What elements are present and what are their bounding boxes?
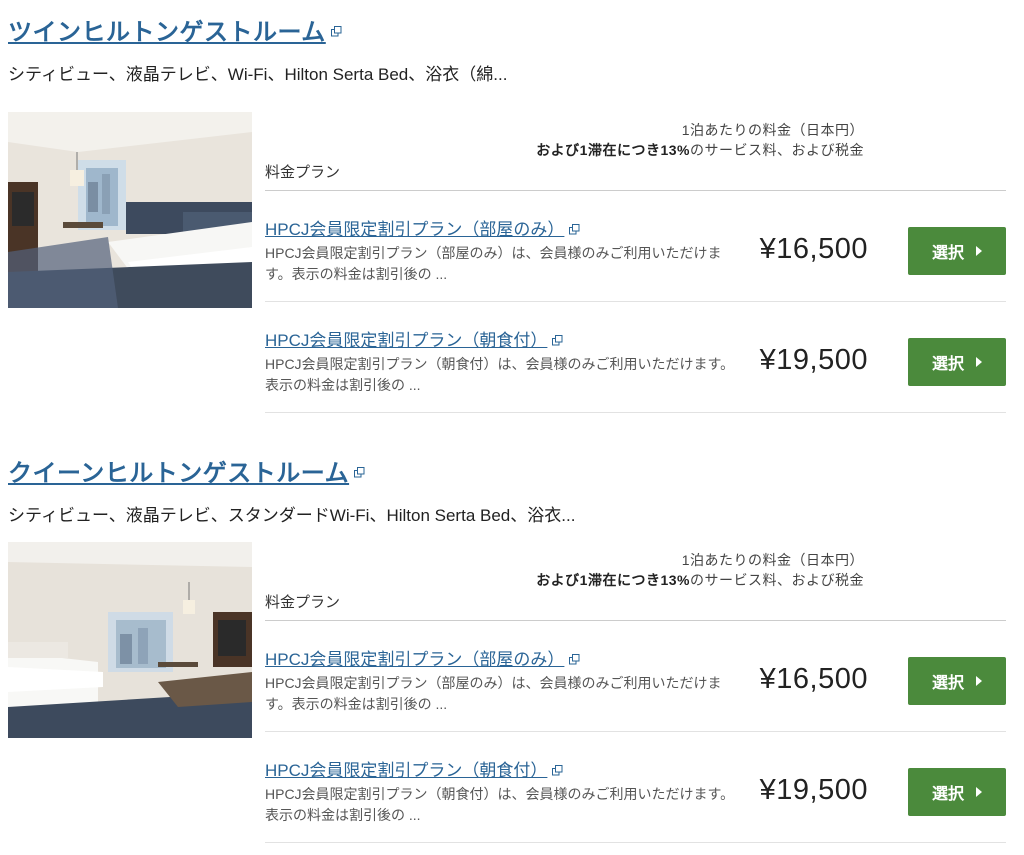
room-title-row: クイーンヒルトンゲストルーム [8,453,365,488]
plan-name-link[interactable]: HPCJ会員限定割引プラン（朝食付） [265,326,547,351]
triangle-right-icon [976,787,982,797]
external-link-icon[interactable] [569,654,580,665]
external-link-icon[interactable] [552,765,563,776]
rate-note-rest: のサービス料、および税金 [690,572,864,588]
room-photo[interactable] [8,542,252,738]
rate-note-bold: および1滞在につき13% [536,572,690,588]
rate-plan-row: HPCJ会員限定割引プラン（部屋のみ） HPCJ会員限定割引プラン（部屋のみ）は… [265,621,1006,732]
external-link-icon[interactable] [569,224,580,235]
plan-name-row: HPCJ会員限定割引プラン（朝食付） [265,756,563,781]
triangle-right-icon [976,246,982,256]
rate-plan-column-label: 料金プラン [265,594,341,611]
select-button[interactable]: 選択 [908,338,1006,386]
rate-note-line1: 1泊あたりの料金（日本円） [681,552,864,568]
plan-description: HPCJ会員限定割引プラン（部屋のみ）は、会員様のみご利用いただけます。表示の料… [265,245,722,282]
select-button[interactable]: 選択 [908,768,1006,816]
select-button-label: 選択 [931,675,964,692]
triangle-right-icon [976,357,982,367]
rate-note-rest: のサービス料、および税金 [690,142,864,158]
plan-name-link[interactable]: HPCJ会員限定割引プラン（部屋のみ） [265,215,564,240]
room-description: シティビュー、液晶テレビ、Wi-Fi、Hilton Serta Bed、浴衣（綿… [8,65,508,84]
plans-header: 料金プラン 1泊あたりの料金（日本円） および1滞在につき13%のサービス料、お… [265,542,1006,621]
select-button[interactable]: 選択 [908,657,1006,705]
rate-plan-column-label: 料金プラン [265,164,341,181]
plan-name-link[interactable]: HPCJ会員限定割引プラン（部屋のみ） [265,645,564,670]
external-link-icon[interactable] [330,26,342,37]
triangle-right-icon [976,676,982,686]
room-title-link[interactable]: クイーンヒルトンゲストルーム [8,453,349,488]
plan-name-link[interactable]: HPCJ会員限定割引プラン（朝食付） [265,756,547,781]
plan-description: HPCJ会員限定割引プラン（朝食付）は、会員様のみご利用いただけます。表示の料金… [265,356,735,393]
rate-note: 1泊あたりの料金（日本円） および1滞在につき13%のサービス料、および税金 [524,550,864,590]
plan-name-row: HPCJ会員限定割引プラン（部屋のみ） [265,215,580,240]
room-title-link[interactable]: ツインヒルトンゲストルーム [8,12,326,47]
rate-plan-row: HPCJ会員限定割引プラン（朝食付） HPCJ会員限定割引プラン（朝食付）は、会… [265,302,1006,413]
plans-header: 料金プラン 1泊あたりの料金（日本円） および1滞在につき13%のサービス料、お… [265,112,1006,191]
rate-plan-row: HPCJ会員限定割引プラン（朝食付） HPCJ会員限定割引プラン（朝食付）は、会… [265,732,1006,843]
external-link-icon[interactable] [354,467,365,478]
select-button-label: 選択 [931,356,964,373]
plan-price: ¥19,500 [759,774,868,806]
select-button[interactable]: 選択 [908,227,1006,275]
room-description: シティビュー、液晶テレビ、スタンダードWi-Fi、Hilton Serta Be… [8,506,576,525]
rate-note: 1泊あたりの料金（日本円） および1滞在につき13%のサービス料、および税金 [524,120,864,160]
plan-name-row: HPCJ会員限定割引プラン（朝食付） [265,326,563,351]
plan-price: ¥16,500 [759,233,868,265]
plan-price: ¥16,500 [759,663,868,695]
rate-note-line1: 1泊あたりの料金（日本円） [681,122,864,138]
select-button-label: 選択 [931,245,964,262]
rate-plans: 料金プラン 1泊あたりの料金（日本円） および1滞在につき13%のサービス料、お… [265,542,1006,843]
rate-plans: 料金プラン 1泊あたりの料金（日本円） および1滞在につき13%のサービス料、お… [265,112,1006,413]
select-button-label: 選択 [931,786,964,803]
plan-name-row: HPCJ会員限定割引プラン（部屋のみ） [265,645,580,670]
rate-plan-row: HPCJ会員限定割引プラン（部屋のみ） HPCJ会員限定割引プラン（部屋のみ）は… [265,191,1006,302]
plan-description: HPCJ会員限定割引プラン（部屋のみ）は、会員様のみご利用いただけます。表示の料… [265,675,722,712]
room-photo[interactable] [8,112,252,308]
rate-note-bold: および1滞在につき13% [536,142,690,158]
external-link-icon[interactable] [552,335,563,346]
plan-description: HPCJ会員限定割引プラン（朝食付）は、会員様のみご利用いただけます。表示の料金… [265,786,735,823]
room-title-row: ツインヒルトンゲストルーム [8,12,342,47]
plan-price: ¥19,500 [759,344,868,376]
